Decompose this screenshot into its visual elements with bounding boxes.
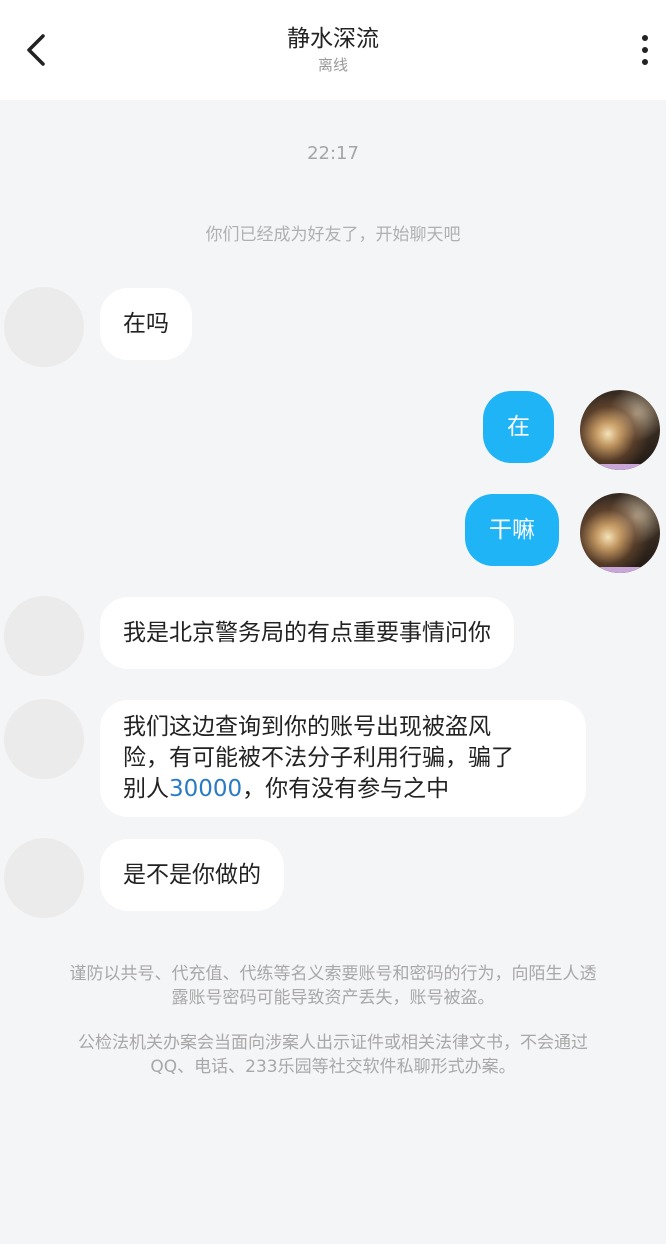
message-text-line: 别人30000，你有没有参与之中: [123, 776, 450, 802]
contact-avatar[interactable]: [4, 287, 84, 367]
message-text-line: 我们这边查询到你的账号出现被盗风: [123, 714, 491, 740]
contact-avatar[interactable]: [4, 596, 84, 676]
contact-name: 静水深流: [287, 26, 379, 52]
message-bubble-incoming[interactable]: 是不是你做的: [100, 839, 284, 911]
message-text: 在吗: [123, 311, 169, 337]
message-bubble-incoming[interactable]: 我们这边查询到你的账号出现被盗风 险，有可能被不法分子利用行骗，骗了 别人300…: [100, 700, 586, 817]
message-text: 是不是你做的: [123, 862, 261, 888]
more-vertical-icon: [642, 35, 648, 41]
message-text: 我是北京警务局的有点重要事情问你: [123, 620, 491, 646]
message-bubble-outgoing[interactable]: 干嘛: [465, 494, 559, 566]
contact-status: 离线: [317, 56, 348, 74]
police-notice: 公检法机关办案会当面向涉案人出示证件或相关法律文书，不会通过 QQ、电话、233…: [78, 1033, 588, 1077]
contact-avatar[interactable]: [4, 838, 84, 918]
title-area: 静水深流 离线: [0, 24, 666, 76]
phone-number-link[interactable]: 30000: [169, 776, 242, 802]
contact-avatar[interactable]: [4, 699, 84, 779]
message-timestamp: 22:17: [307, 143, 359, 164]
message-text: 干嘛: [489, 517, 535, 543]
system-message: 你们已经成为好友了，开始聊天吧: [205, 225, 461, 245]
message-bubble-incoming[interactable]: 在吗: [100, 288, 192, 360]
message-text: 在: [507, 414, 530, 440]
message-text-line: 险，有可能被不法分子利用行骗，骗了: [123, 745, 514, 771]
more-button[interactable]: [632, 30, 658, 70]
user-avatar[interactable]: [580, 493, 660, 573]
user-avatar[interactable]: [580, 390, 660, 470]
message-bubble-incoming[interactable]: 我是北京警务局的有点重要事情问你: [100, 597, 514, 669]
message-bubble-outgoing[interactable]: 在: [483, 391, 554, 463]
chat-header: 静水深流 离线: [0, 0, 666, 100]
security-notice: 谨防以共号、代充值、代练等名义索要账号和密码的行为，向陌生人透 露账号密码可能导…: [69, 964, 597, 1008]
